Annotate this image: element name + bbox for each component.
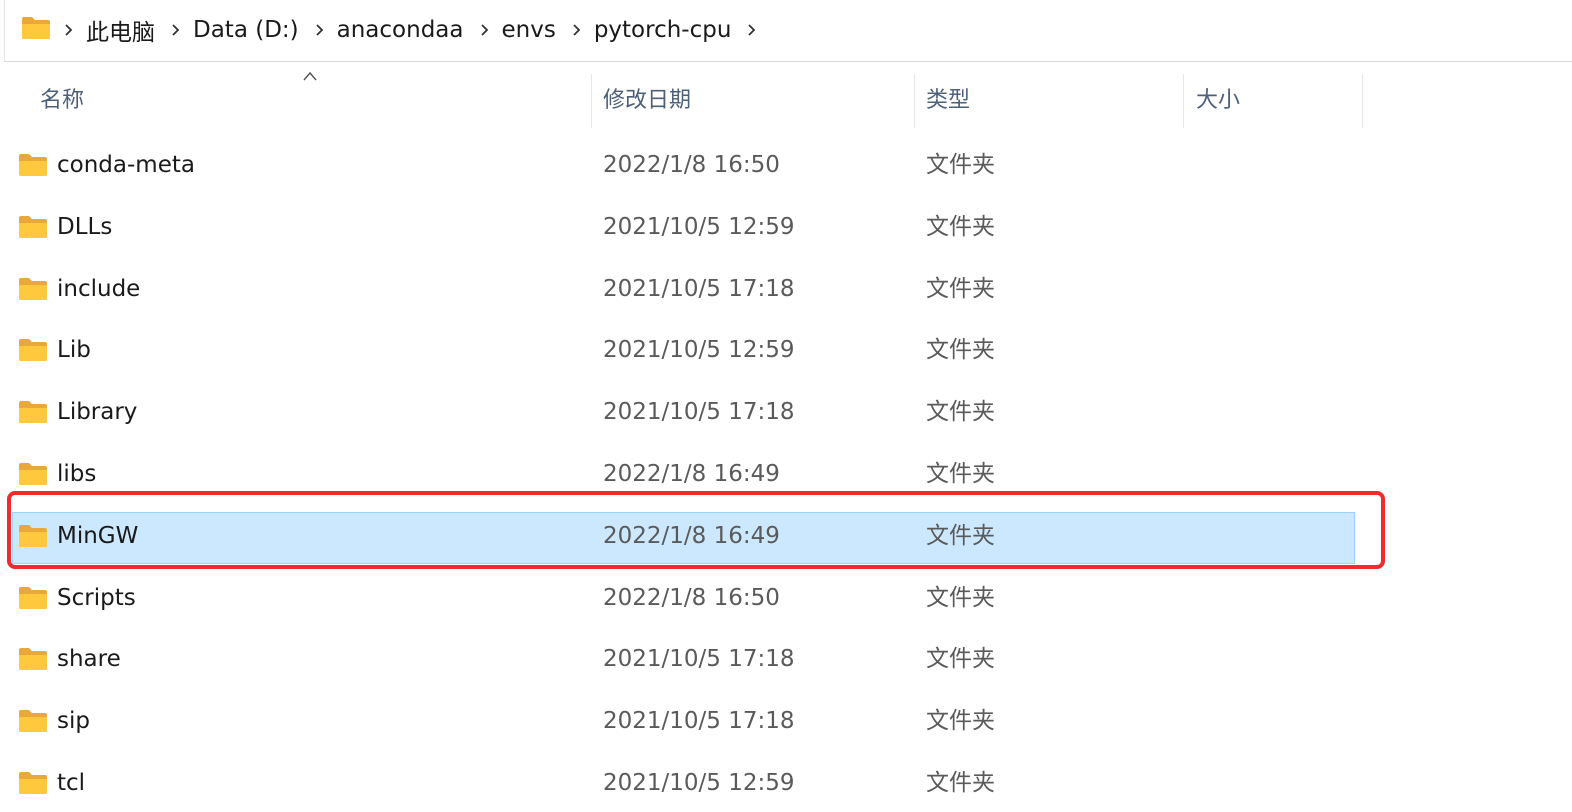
file-row[interactable]: conda-meta 2022/1/8 16:50 文件夹 xyxy=(0,135,1572,197)
file-name: libs xyxy=(57,460,97,487)
column-header-name[interactable]: 名称 xyxy=(40,74,590,128)
file-name: Library xyxy=(57,399,138,426)
file-row[interactable]: include 2021/10/5 17:18 文件夹 xyxy=(0,259,1572,321)
file-explorer: 此电脑 Data (D:) anacondaa envs pytorch-cpu… xyxy=(0,0,1572,812)
file-row[interactable]: DLLs 2021/10/5 12:59 文件夹 xyxy=(0,197,1572,259)
address-bar[interactable]: 此电脑 Data (D:) anacondaa envs pytorch-cpu xyxy=(4,0,1572,62)
chevron-right-icon[interactable] xyxy=(168,22,184,38)
file-date-modified: 2021/10/5 12:59 xyxy=(603,213,795,240)
file-name: MinGW xyxy=(57,522,139,549)
breadcrumb-item-this-pc[interactable]: 此电脑 xyxy=(86,13,155,47)
file-name: DLLs xyxy=(57,213,113,240)
folder-icon xyxy=(19,648,47,671)
file-name: conda-meta xyxy=(57,152,195,178)
file-row[interactable]: libs 2022/1/8 16:49 文件夹 xyxy=(0,444,1572,506)
folder-icon xyxy=(22,17,50,39)
file-type: 文件夹 xyxy=(926,275,995,302)
file-name: share xyxy=(57,646,121,673)
folder-icon xyxy=(19,710,47,733)
breadcrumb-item-pytorch-cpu[interactable]: pytorch-cpu xyxy=(594,17,732,43)
column-header: 名称 修改日期 类型 大小 xyxy=(0,74,1572,128)
file-row[interactable]: sip 2021/10/5 17:18 文件夹 xyxy=(0,691,1572,753)
file-name: Scripts xyxy=(57,584,136,611)
file-date-modified: 2022/1/8 16:50 xyxy=(603,584,780,611)
file-name: sip xyxy=(57,708,90,735)
folder-icon xyxy=(19,277,47,300)
folder-icon xyxy=(19,524,47,547)
folder-icon xyxy=(19,462,47,485)
breadcrumb-item-envs[interactable]: envs xyxy=(502,17,556,43)
file-type: 文件夹 xyxy=(926,769,995,796)
chevron-right-icon[interactable] xyxy=(477,22,493,38)
breadcrumb-item-data-drive[interactable]: Data (D:) xyxy=(193,17,299,43)
column-header-type[interactable]: 类型 xyxy=(926,74,1176,128)
folder-icon xyxy=(19,401,47,424)
file-date-modified: 2021/10/5 17:18 xyxy=(603,399,795,426)
file-row[interactable]: Lib 2021/10/5 12:59 文件夹 xyxy=(0,320,1572,382)
breadcrumb: 此电脑 Data (D:) anacondaa envs pytorch-cpu xyxy=(61,0,769,60)
file-type: 文件夹 xyxy=(926,522,995,549)
chevron-right-icon[interactable] xyxy=(61,22,77,38)
file-date-modified: 2021/10/5 17:18 xyxy=(603,275,795,302)
file-date-modified: 2022/1/8 16:50 xyxy=(603,152,780,178)
file-name: include xyxy=(57,275,141,302)
column-header-size[interactable]: 大小 xyxy=(1196,74,1356,128)
file-row[interactable]: share 2021/10/5 17:18 文件夹 xyxy=(0,629,1572,691)
file-date-modified: 2021/10/5 17:18 xyxy=(603,708,795,735)
folder-icon xyxy=(19,771,47,794)
file-type: 文件夹 xyxy=(926,399,995,426)
file-type: 文件夹 xyxy=(926,584,995,611)
chevron-right-icon[interactable] xyxy=(312,22,328,38)
file-name: tcl xyxy=(57,769,86,796)
file-name: Lib xyxy=(57,337,91,364)
column-divider[interactable] xyxy=(914,74,915,128)
column-header-date-modified[interactable]: 修改日期 xyxy=(603,74,903,128)
file-row[interactable]: Library 2021/10/5 17:18 文件夹 xyxy=(0,382,1572,444)
file-date-modified: 2021/10/5 12:59 xyxy=(603,337,795,364)
file-date-modified: 2021/10/5 17:18 xyxy=(603,646,795,673)
file-row[interactable]: tcl 2021/10/5 12:59 文件夹 xyxy=(0,753,1572,812)
breadcrumb-item-anacondaa[interactable]: anacondaa xyxy=(337,17,464,43)
folder-icon xyxy=(19,339,47,362)
file-row[interactable]: Scripts 2022/1/8 16:50 文件夹 xyxy=(0,568,1572,630)
file-type: 文件夹 xyxy=(926,337,995,364)
column-divider[interactable] xyxy=(1183,74,1184,128)
file-type: 文件夹 xyxy=(926,708,995,735)
file-date-modified: 2022/1/8 16:49 xyxy=(603,522,780,549)
file-type: 文件夹 xyxy=(926,460,995,487)
file-row-selected[interactable]: MinGW 2022/1/8 16:49 文件夹 xyxy=(0,506,1572,568)
column-divider[interactable] xyxy=(591,74,592,128)
file-type: 文件夹 xyxy=(926,152,995,178)
folder-icon xyxy=(19,154,47,176)
column-divider[interactable] xyxy=(1362,74,1363,128)
file-date-modified: 2022/1/8 16:49 xyxy=(603,460,780,487)
chevron-right-icon[interactable] xyxy=(744,22,760,38)
file-list: conda-meta 2022/1/8 16:50 文件夹 DLLs 2021/… xyxy=(0,135,1572,812)
file-type: 文件夹 xyxy=(926,646,995,673)
folder-icon xyxy=(19,215,47,238)
file-type: 文件夹 xyxy=(926,213,995,240)
folder-icon xyxy=(19,586,47,609)
chevron-right-icon[interactable] xyxy=(569,22,585,38)
file-date-modified: 2021/10/5 12:59 xyxy=(603,769,795,796)
